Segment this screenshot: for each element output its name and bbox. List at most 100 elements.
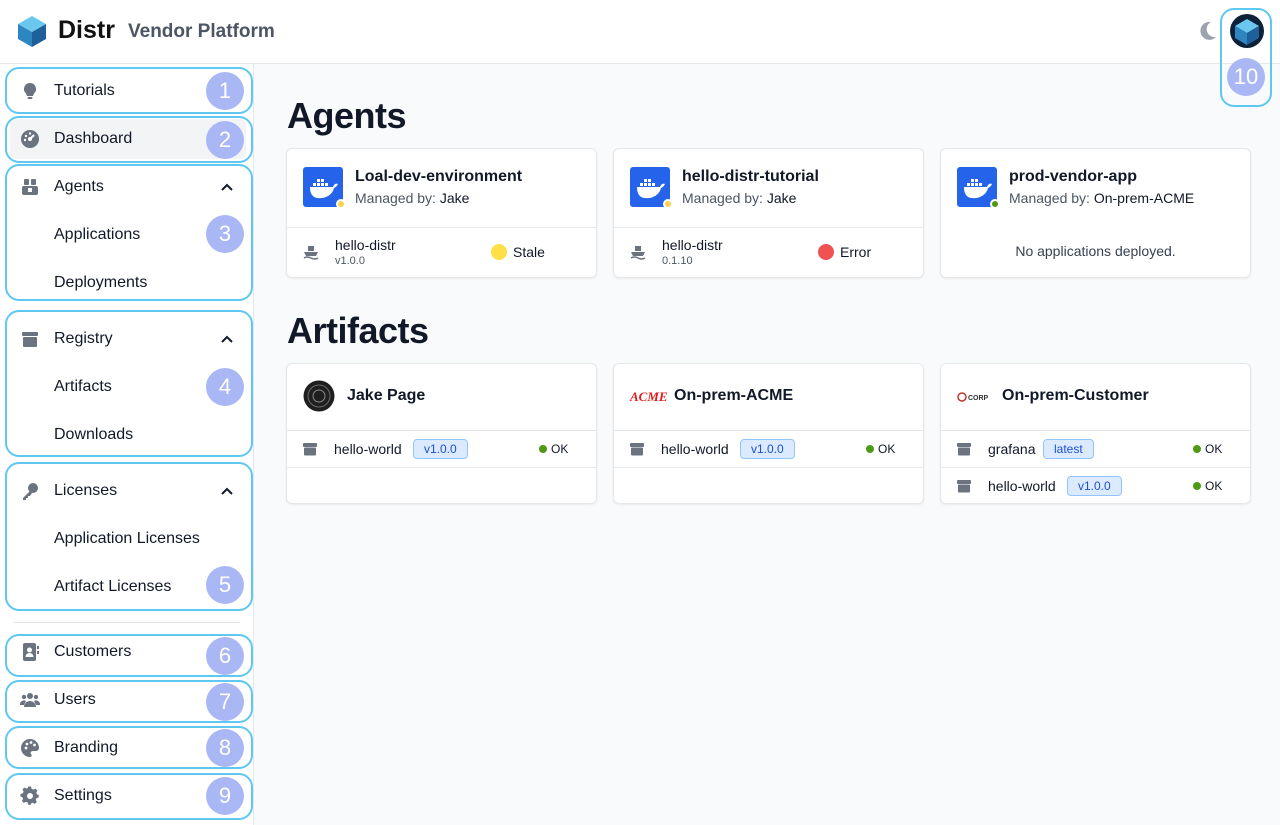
sidebar-item-label: Tutorials bbox=[54, 82, 115, 99]
deployment-status: Stale bbox=[491, 244, 545, 260]
agent-name: hello-distr-tutorial bbox=[682, 168, 819, 185]
agent-managed-by: Managed by: Jake bbox=[355, 190, 470, 206]
address-book-icon bbox=[23, 643, 39, 661]
sidebar-item-label: Dashboard bbox=[54, 130, 133, 147]
deployment-name: hello-distr bbox=[662, 237, 723, 253]
ship-icon bbox=[303, 246, 319, 260]
sidebar-item-artifacts[interactable]: Artifacts bbox=[54, 378, 112, 396]
sidebar-item-agents[interactable]: Agents bbox=[10, 167, 246, 207]
distr-logo-icon[interactable] bbox=[17, 15, 47, 48]
sidebar-item-registry[interactable]: Registry bbox=[10, 319, 246, 359]
artifact-status: OK bbox=[1193, 479, 1222, 493]
agent-card[interactable]: prod-vendor-app Managed by: On-prem-ACME… bbox=[940, 148, 1251, 278]
top-header: Distr Vendor Platform bbox=[0, 0, 1280, 64]
sidebar-item-label: Agents bbox=[54, 178, 104, 195]
corp-logo-text: CORP bbox=[968, 395, 989, 402]
avatar-logo bbox=[303, 380, 335, 412]
artifact-status: OK bbox=[866, 442, 895, 456]
agents-heading: Agents bbox=[287, 95, 407, 136]
artifact-name: grafana bbox=[988, 441, 1036, 457]
artifact-row[interactable]: hello-world v1.0.0 OK bbox=[941, 467, 1250, 504]
artifact-status: OK bbox=[1193, 442, 1222, 456]
artifact-row-empty bbox=[614, 467, 923, 504]
artifact-tag[interactable]: latest bbox=[1043, 439, 1094, 459]
agents-icon bbox=[22, 179, 38, 195]
dashboard-icon bbox=[21, 130, 39, 148]
user-avatar[interactable] bbox=[1230, 14, 1264, 48]
sidebar-item-artifact-licenses[interactable]: Artifact Licenses bbox=[54, 578, 171, 596]
chevron-up-icon[interactable] bbox=[220, 180, 234, 194]
brand-subtitle: Vendor Platform bbox=[128, 21, 275, 42]
artifact-owner: On-prem-ACME bbox=[674, 387, 794, 404]
corp-logo: CORP bbox=[957, 390, 991, 402]
brand-name: Distr bbox=[58, 16, 115, 44]
sidebar-item-users[interactable]: Users bbox=[10, 680, 246, 720]
box-icon bbox=[630, 443, 644, 456]
acme-logo: ACME bbox=[630, 389, 668, 404]
agent-managed-by: Managed by: Jake bbox=[682, 190, 797, 206]
artifact-row-empty bbox=[287, 467, 596, 504]
agent-card[interactable]: hello-distr-tutorial Managed by: Jake he… bbox=[613, 148, 924, 278]
agent-card[interactable]: Loal-dev-environment Managed by: Jake he… bbox=[286, 148, 597, 278]
sidebar-item-settings[interactable]: Settings bbox=[10, 776, 246, 816]
box-icon bbox=[957, 480, 971, 493]
sidebar-item-tutorials[interactable]: Tutorials bbox=[10, 71, 246, 111]
chevron-up-icon[interactable] bbox=[220, 332, 234, 346]
sidebar-item-deployments[interactable]: Deployments bbox=[54, 274, 147, 292]
deployment-version: 0.1.10 bbox=[662, 255, 693, 267]
chevron-up-icon[interactable] bbox=[220, 484, 234, 498]
sidebar-divider bbox=[14, 622, 240, 623]
agent-status-dot bbox=[663, 199, 673, 209]
sidebar-item-downloads[interactable]: Downloads bbox=[54, 426, 133, 444]
key-icon bbox=[23, 483, 38, 500]
agent-status-dot bbox=[336, 199, 346, 209]
moon-icon[interactable] bbox=[1199, 21, 1217, 41]
status-dot bbox=[491, 244, 507, 260]
users-icon bbox=[20, 693, 40, 707]
artifact-card[interactable]: ACME On-prem-ACME hello-world v1.0.0 OK bbox=[613, 363, 924, 504]
sidebar-item-label: Branding bbox=[54, 739, 119, 756]
sidebar-item-applications[interactable]: Applications bbox=[54, 226, 140, 244]
gear-icon bbox=[20, 786, 39, 805]
status-dot bbox=[818, 244, 834, 260]
sidebar-item-customers[interactable]: Customers bbox=[10, 632, 246, 672]
artifact-name: hello-world bbox=[988, 478, 1056, 494]
agent-name: prod-vendor-app bbox=[1009, 168, 1137, 185]
palette-icon bbox=[21, 739, 39, 757]
sidebar: Tutorials Dashboard Agents Applications … bbox=[0, 64, 254, 825]
deployment-status: Error bbox=[818, 244, 871, 260]
artifact-owner: Jake Page bbox=[347, 387, 426, 404]
artifact-row[interactable]: grafana latest OK bbox=[941, 430, 1250, 467]
artifact-row[interactable]: hello-world v1.0.0 OK bbox=[287, 430, 596, 467]
artifact-name: hello-world bbox=[334, 441, 402, 457]
ship-icon bbox=[630, 246, 646, 260]
deployment-version: v1.0.0 bbox=[335, 255, 365, 267]
artifact-tag[interactable]: v1.0.0 bbox=[413, 439, 468, 459]
box-icon bbox=[303, 443, 317, 456]
box-icon bbox=[22, 332, 38, 347]
sidebar-item-label: Customers bbox=[54, 643, 132, 660]
sidebar-item-dashboard[interactable]: Dashboard bbox=[10, 119, 246, 159]
artifacts-heading: Artifacts bbox=[287, 310, 429, 351]
empty-state-text: No applications deployed. bbox=[1015, 243, 1176, 259]
sidebar-item-label: Users bbox=[54, 691, 96, 708]
sidebar-item-label: Settings bbox=[54, 787, 112, 804]
artifact-card[interactable]: CORP On-prem-Customer grafana latest OK … bbox=[940, 363, 1251, 504]
avatar-cube-icon bbox=[1235, 19, 1259, 45]
sidebar-item-licenses[interactable]: Licenses bbox=[10, 471, 246, 511]
agent-status-dot bbox=[990, 199, 1000, 209]
artifact-row[interactable]: hello-world v1.0.0 OK bbox=[614, 430, 923, 467]
sidebar-item-label: Registry bbox=[54, 330, 113, 347]
sidebar-item-application-licenses[interactable]: Application Licenses bbox=[54, 530, 200, 548]
deployment-name: hello-distr bbox=[335, 237, 396, 253]
agent-name: Loal-dev-environment bbox=[355, 168, 523, 185]
lightbulb-icon bbox=[23, 82, 37, 99]
sidebar-item-branding[interactable]: Branding bbox=[10, 728, 246, 768]
sidebar-item-label: Licenses bbox=[54, 482, 118, 499]
artifact-card[interactable]: Jake Page hello-world v1.0.0 OK bbox=[286, 363, 597, 504]
artifact-owner: On-prem-Customer bbox=[1002, 387, 1149, 404]
artifact-tag[interactable]: v1.0.0 bbox=[1067, 476, 1122, 496]
artifact-tag[interactable]: v1.0.0 bbox=[740, 439, 795, 459]
agent-managed-by: Managed by: On-prem-ACME bbox=[1009, 190, 1195, 206]
box-icon bbox=[957, 443, 971, 456]
